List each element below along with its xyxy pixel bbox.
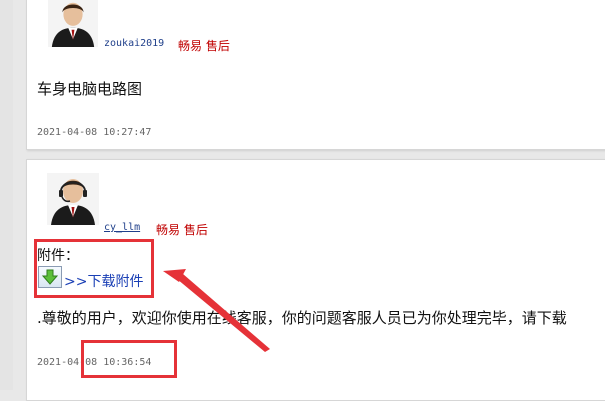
- avatar: [47, 0, 99, 47]
- user-role-badge: 畅易 售后: [156, 223, 208, 237]
- reply-post: zoukai2019 畅易 售后 车身电脑电路图 2021-04-08 10:2…: [26, 0, 605, 150]
- username[interactable]: zoukai2019: [104, 38, 164, 49]
- post-timestamp: 2021-04-08 10:27:47: [37, 127, 152, 138]
- avatar: [47, 173, 99, 225]
- user-role-badge: 畅易 售后: [178, 39, 230, 53]
- agent-avatar-icon: [47, 173, 99, 225]
- service-notice: .尊敬的用户，欢迎你使用在线客服，你的问题客服人员已为你处理完毕，请下载: [37, 309, 567, 327]
- timestamp-highlight-box: [81, 340, 177, 378]
- agent-avatar-icon: [48, 0, 98, 47]
- username[interactable]: cy_llm: [104, 222, 140, 233]
- left-panel-edge: [0, 0, 13, 390]
- post-content: 车身电脑电路图: [37, 80, 143, 98]
- attachment-highlight-box: [34, 239, 154, 298]
